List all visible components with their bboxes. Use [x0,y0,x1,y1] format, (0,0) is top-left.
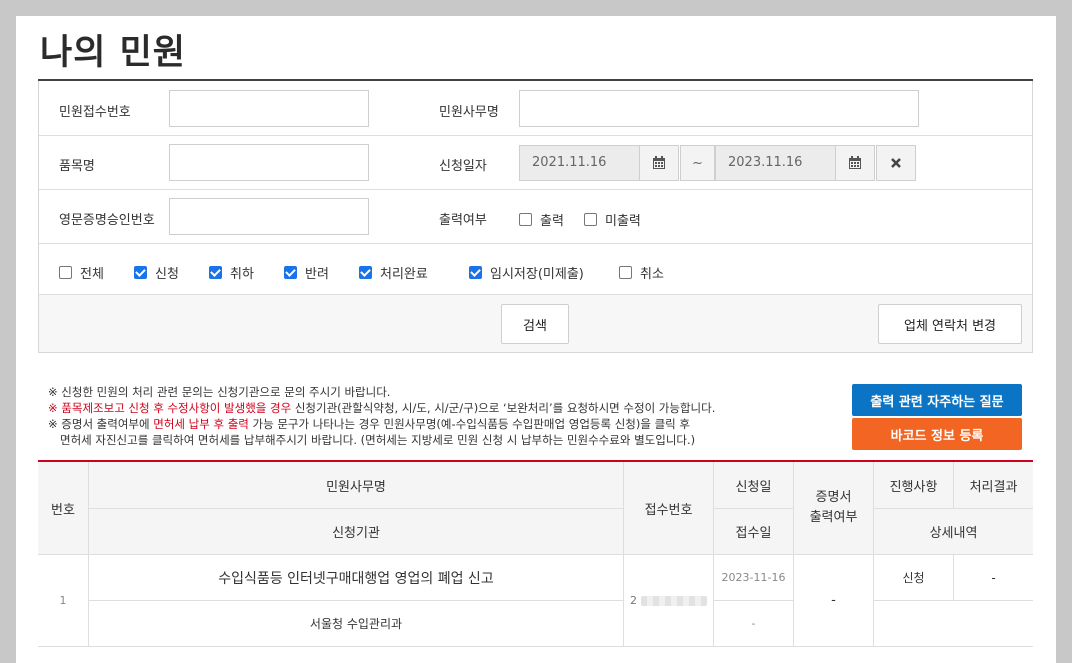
apply-date-label: 신청일자 [439,159,487,174]
status-rejected[interactable]: 반려 [284,263,329,282]
row-result: - [954,555,1033,601]
status-completed[interactable]: 처리완료 [359,263,428,282]
date-range-separator: ~ [680,145,715,181]
status-label: 전체 [80,267,104,282]
receipt-no-input[interactable] [169,90,369,127]
status-label: 취하 [230,267,254,282]
status-all[interactable]: 전체 [59,263,104,282]
header-detail: 상세내역 [874,509,1033,555]
header-receipt-date: 접수일 [714,509,794,555]
row-receipt-no: 2 [624,555,714,647]
page-title: 나의 민원 [40,33,186,73]
checkbox[interactable] [619,266,632,279]
header-no: 번호 [38,462,89,555]
row-cert-print: - [794,555,874,647]
affair-name-label: 민원사무명 [439,105,499,120]
status-withdrawn[interactable]: 취하 [209,263,254,282]
calendar-icon [653,156,665,169]
header-progress: 진행사항 [874,462,954,509]
row-affair-name-link[interactable]: 수입식품등 인터넷구매대행업 영업의 폐업 신고 [89,555,624,601]
header-cert-print: 증명서 출력여부 [794,462,874,555]
header-agency: 신청기관 [89,509,624,555]
checkbox[interactable] [284,266,297,279]
checkbox[interactable] [59,266,72,279]
product-label: 품목명 [59,159,95,174]
calendar-from-button[interactable] [639,145,679,181]
notice-line-3: ※ 증명서 출력여부에 면허세 납부 후 출력 가능 문구가 나타나는 경우 민… [48,417,690,431]
affair-name-input[interactable] [519,90,919,127]
row-apply-date: 2023-11-16 [714,555,794,601]
date-from-input[interactable]: 2021.11.16 [519,145,640,181]
row-receipt-date: - [714,601,794,647]
search-form: 민원접수번호 민원사무명 품목명 신청일자 2021.11.16 ~ 2023.… [38,81,1033,353]
checkbox[interactable] [134,266,147,279]
header-result: 처리결과 [954,462,1033,509]
checkbox[interactable] [359,266,372,279]
checkbox[interactable] [209,266,222,279]
barcode-register-button[interactable]: 바코드 정보 등록 [852,418,1022,450]
row-no: 1 [38,555,89,647]
checkbox[interactable] [469,266,482,279]
print-option-label: 출력 [540,214,564,229]
status-applied[interactable]: 신청 [134,263,179,282]
clear-date-button[interactable] [876,145,916,181]
print-option-label: 미출력 [605,214,641,229]
row-detail[interactable] [874,601,1033,647]
cert-approval-label: 영문증명승인번호 [59,213,155,228]
status-label: 처리완료 [380,267,428,282]
header-receipt-no: 접수번호 [624,462,714,555]
notice-line-2: ※ 품목제조보고 신청 후 수정사항이 발생했을 경우 신청기관(관할식약청, … [48,401,716,415]
change-contact-button[interactable]: 업체 연락처 변경 [878,304,1022,344]
date-to-input[interactable]: 2023.11.16 [715,145,836,181]
cert-approval-input[interactable] [169,198,369,235]
header-affair-name: 민원사무명 [89,462,624,509]
notice-line-4: 면허세 자진신고를 클릭하여 면허세를 납부해주시기 바랍니다. (면허세는 지… [60,433,696,447]
checkbox[interactable] [584,213,597,226]
status-label: 신청 [155,267,179,282]
notice-text: ※ 신청한 민원의 처리 관련 문의는 신청기관으로 문의 주시기 바랍니다. … [48,384,828,448]
checkbox[interactable] [519,213,532,226]
receipt-no-label: 민원접수번호 [59,105,131,120]
status-label: 반려 [305,267,329,282]
row-agency: 서울청 수입관리과 [89,601,624,647]
header-apply-date: 신청일 [714,462,794,509]
status-temp-saved[interactable]: 임시저장(미제출) [469,263,584,282]
print-option-printed[interactable]: 출력 [519,210,564,229]
search-button[interactable]: 검색 [501,304,569,344]
masked-value [641,595,707,606]
print-faq-button[interactable]: 출력 관련 자주하는 질문 [852,384,1022,416]
page-frame: 나의 민원 민원접수번호 민원사무명 품목명 신청일자 2021.11.16 ~… [16,16,1056,663]
search-row-2: 품목명 신청일자 2021.11.16 ~ 2023.11.16 [39,136,1032,190]
print-label: 출력여부 [439,213,487,228]
search-row-1: 민원접수번호 민원사무명 [39,81,1032,136]
calendar-to-button[interactable] [835,145,875,181]
calendar-icon [849,156,861,169]
status-label: 취소 [640,267,664,282]
status-label: 임시저장(미제출) [490,267,584,282]
status-cancelled[interactable]: 취소 [619,263,664,282]
search-actions: 검색 업체 연락처 변경 [39,295,1032,352]
row-progress: 신청 [874,555,954,601]
status-filter-row: 전체 신청 취하 반려 처리완료 임시저장(미제출) 취소 [39,244,1032,295]
notice-line-1: ※ 신청한 민원의 처리 관련 문의는 신청기관으로 문의 주시기 바랍니다. [48,385,391,399]
close-icon [891,158,901,168]
print-option-not-printed[interactable]: 미출력 [584,210,641,229]
product-input[interactable] [169,144,369,181]
search-row-3: 영문증명승인번호 출력여부 출력 미출력 [39,190,1032,244]
